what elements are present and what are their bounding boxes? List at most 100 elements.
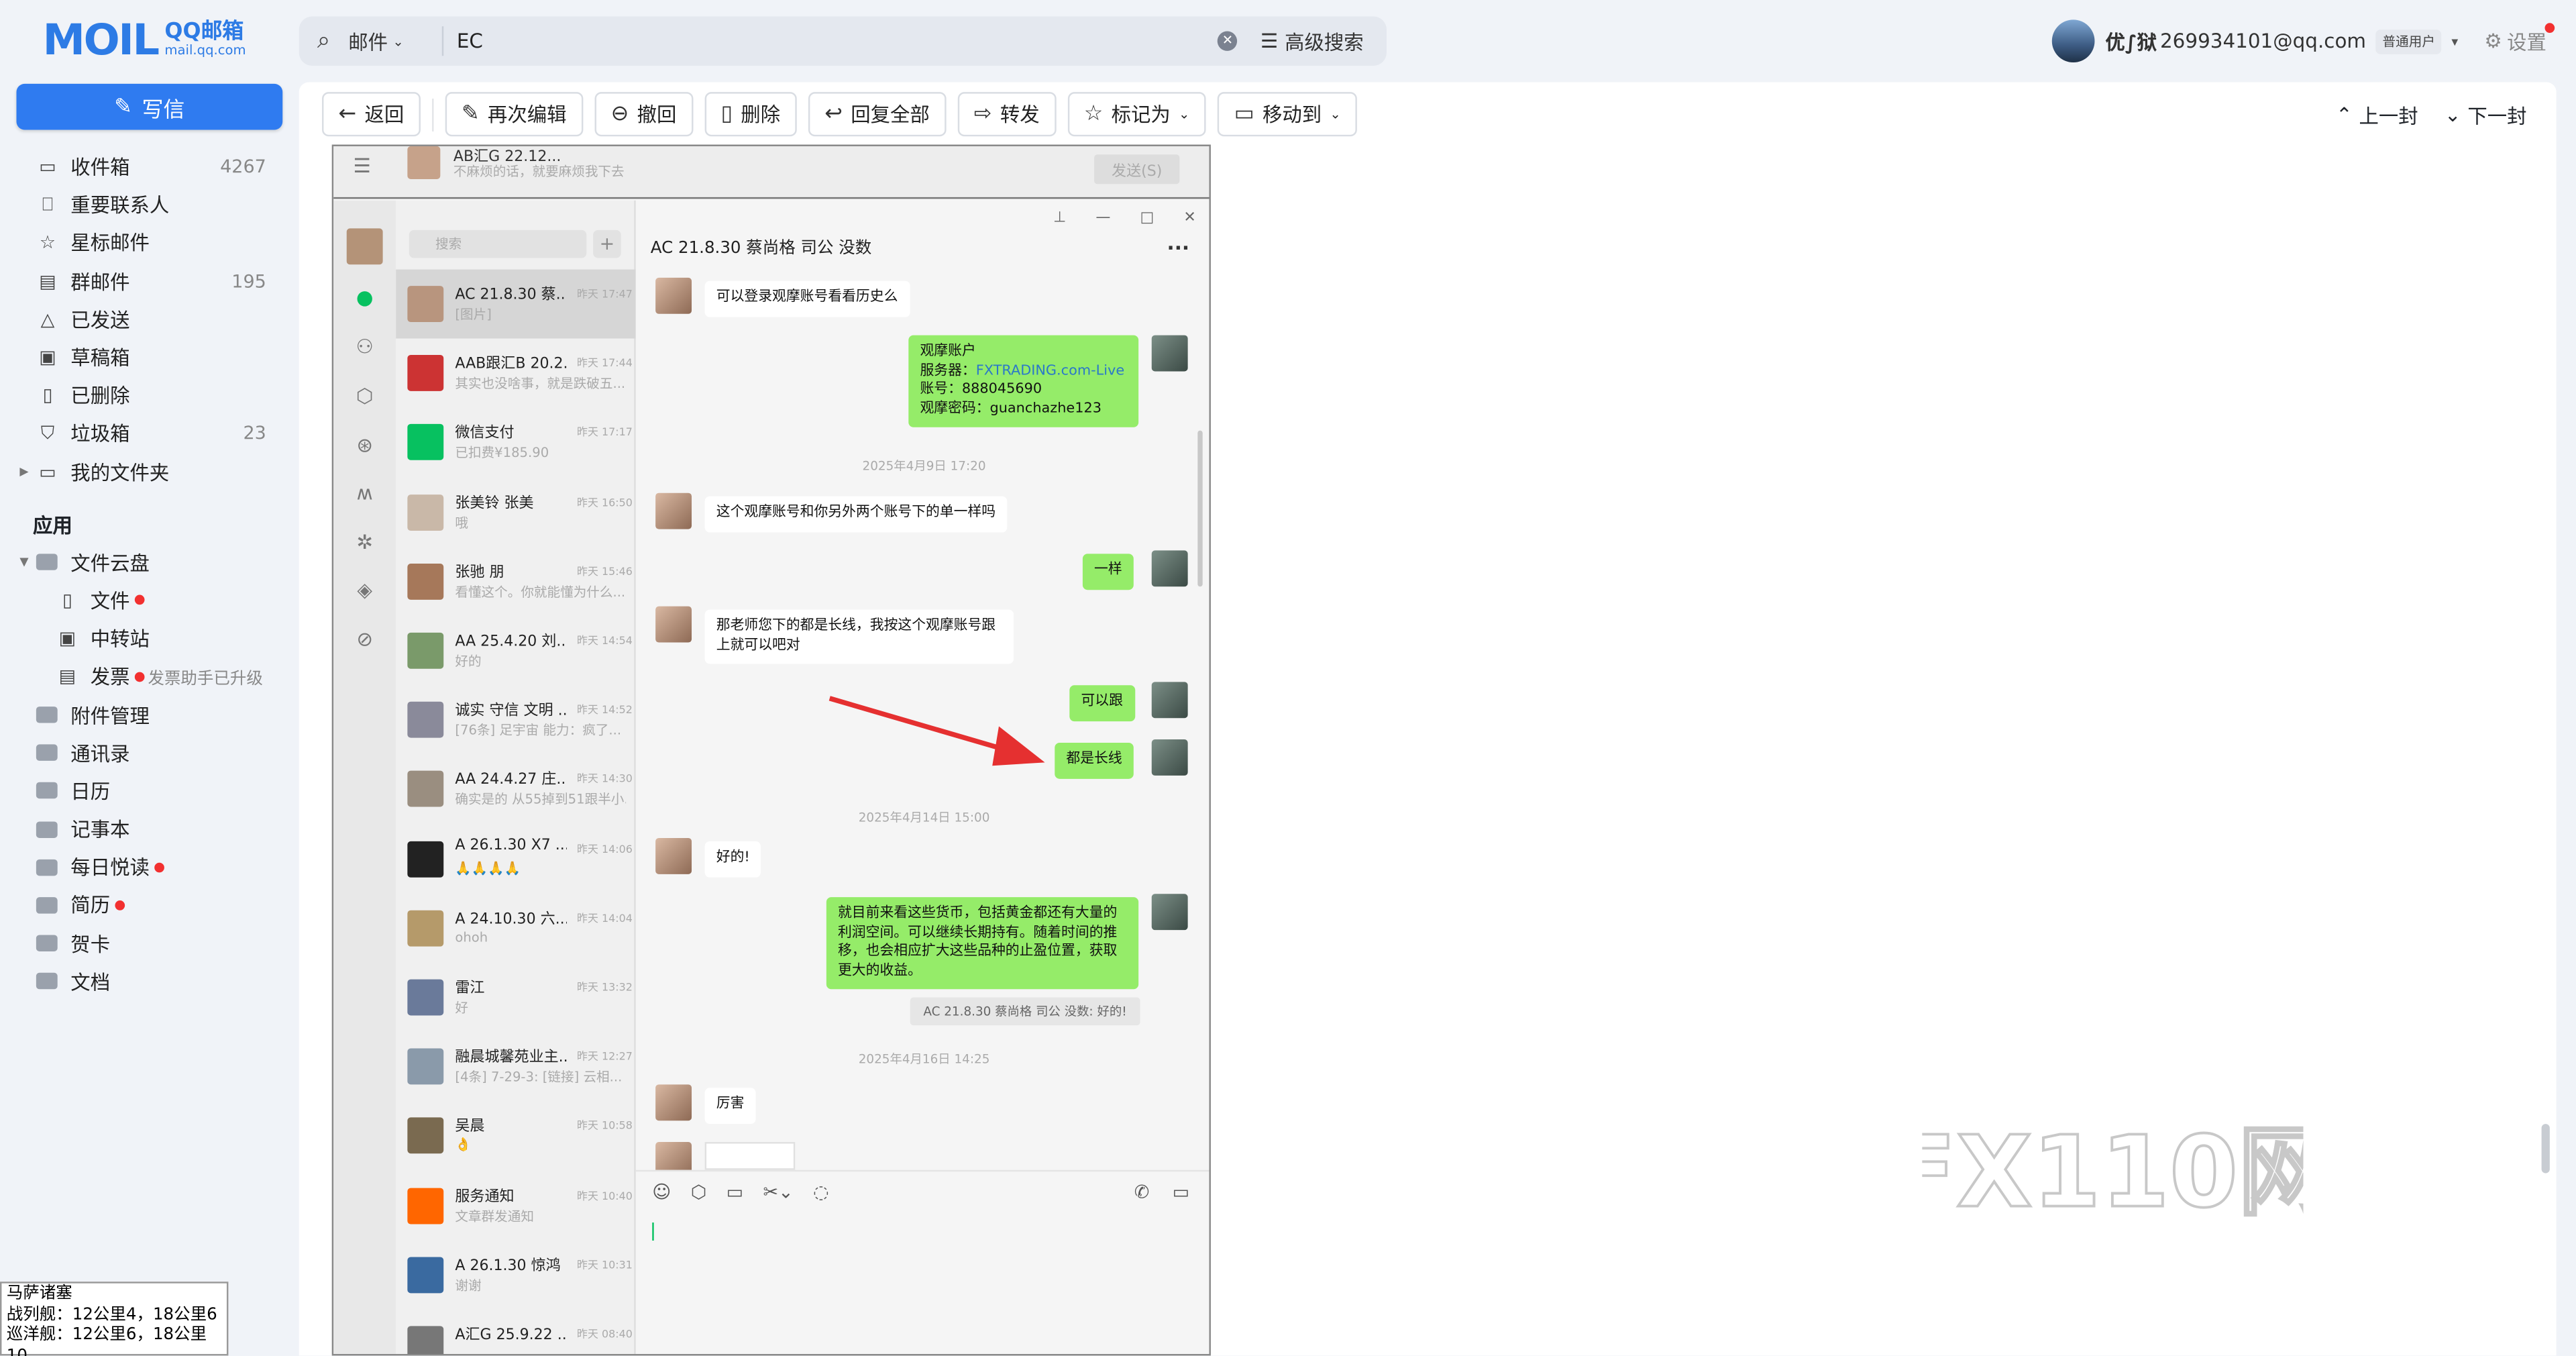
logo-brand: MOIL	[42, 16, 160, 66]
folder-icon: ▭	[39, 461, 56, 483]
self-avatar	[1151, 739, 1188, 776]
message-bubble: 那老师您下的都是长线，我按这个观摩账号跟上就可以吧对	[704, 609, 1014, 664]
chat-time: 昨天 14:30	[577, 772, 633, 786]
sidebar-item-my-folders[interactable]: ▶ ▭ 我的文件夹	[0, 453, 296, 491]
avatar[interactable]	[2052, 19, 2096, 63]
chat-preview: 🙏🙏🙏🙏	[455, 860, 521, 876]
user-name[interactable]: 优∫狱	[2105, 27, 2157, 55]
sidebar-item-sent[interactable]: △ 已发送	[0, 301, 296, 339]
unread-count: 23	[243, 423, 266, 445]
group-mail-icon: ▤	[39, 270, 56, 293]
sidebar-item-invoice[interactable]: ▤ 发票 发票助手已升级	[0, 658, 296, 696]
sidebar-item-spam[interactable]: ⛉ 垃圾箱 23	[0, 415, 296, 453]
chat-name: A汇G 25.9.22 ...	[455, 1327, 567, 1345]
chat-icon: ●	[356, 286, 374, 309]
move-to-dropdown[interactable]: ▭ 移动到 ⌄	[1218, 92, 1358, 137]
sidebar-item-deleted[interactable]: ▯ 已删除	[0, 376, 296, 415]
reedit-button[interactable]: ✎ 再次编辑	[445, 92, 584, 137]
chat-item-text: 吴晨 昨天 10:58 👌	[455, 1114, 632, 1157]
chat-preview: 👌	[455, 1137, 472, 1153]
search-icon[interactable]: ⌕	[299, 28, 348, 54]
sidebar-item-calendar[interactable]: 日历	[0, 772, 296, 811]
clear-search-button[interactable]: ✕	[1211, 25, 1244, 58]
chat-avatar	[407, 355, 444, 392]
reedit-label: 再次编辑	[487, 103, 567, 127]
contact-avatar	[655, 837, 692, 874]
advanced-search-button[interactable]: ☰ 高级搜索	[1244, 27, 1387, 55]
compose-button[interactable]: ✎ 写信	[16, 83, 283, 130]
sidebar-item-file-cloud[interactable]: ▼ 文件云盘	[0, 543, 296, 582]
sidebar-item-label: 已发送	[70, 309, 130, 332]
sidebar-item-group-mail[interactable]: ▤ 群邮件 195	[0, 262, 296, 301]
sidebar-item-drafts[interactable]: ▣ 草稿箱	[0, 338, 296, 376]
game-info-tooltip: 马萨诸塞 战列舰：12公里4，18公里6 巡洋舰：12公里6，18公里10	[0, 1282, 229, 1356]
quoted-message: AC 21.8.30 蔡尚格 司公 没数: 好的!	[910, 997, 1140, 1026]
conversation-title: AC 21.8.30 蔡尚格 司公 没数	[650, 240, 872, 258]
search-scope-dropdown[interactable]: 邮件 ⌄	[348, 26, 444, 56]
card-icon	[36, 935, 58, 952]
chat-avatar	[407, 632, 444, 669]
wechat-icon-rail: ● ⚇ ⬡ ⊛ ʍ ✲ ◈ ⊘	[333, 200, 396, 1354]
next-mail-button[interactable]: ⌄ 下一封	[2445, 101, 2527, 129]
prev-mail-button[interactable]: ⌃ 上一封	[2336, 101, 2418, 129]
new-dot	[134, 595, 145, 606]
chat-preview: 其实也没啥事，就是跌破五...	[455, 376, 626, 392]
chat-scrollbar	[1197, 430, 1203, 587]
minimize-icon: —	[1095, 210, 1111, 227]
delete-button[interactable]: ▯ 删除	[704, 92, 797, 137]
scrollbar-thumb[interactable]	[2541, 1124, 2550, 1174]
search-input[interactable]	[443, 17, 1212, 64]
sidebar-item-resume[interactable]: 简历	[0, 886, 296, 925]
mark-as-dropdown[interactable]: ☆ 标记为 ⌄	[1067, 92, 1206, 137]
chat-list-item: 诚实 守信 文明 ... 昨天 14:52 [76条] 足宇宙 能力：疯了...	[396, 686, 636, 755]
chat-name: A 26.1.30 惊鸿 ...	[455, 1258, 567, 1275]
chevron-down-icon: ⌄	[392, 34, 404, 49]
call-toolbar: ✆ ▭	[1134, 1182, 1189, 1203]
filter-icon: ☰	[1260, 30, 1279, 53]
sidebar-item-transfer[interactable]: ▣ 中转站	[0, 619, 296, 658]
chat-avatar	[407, 979, 444, 1016]
more-icon: ···	[1167, 236, 1190, 260]
forward-button[interactable]: ⇨ 转发	[957, 92, 1057, 137]
sidebar-item-daily-reading[interactable]: 每日悦读	[0, 848, 296, 886]
chat-item-text: A汇G 25.9.22 ... 昨天 08:40	[455, 1322, 632, 1354]
back-label: 返回	[364, 103, 405, 127]
folder-move-icon: ▭	[1234, 101, 1254, 127]
collapse-arrow-icon[interactable]: ▼	[19, 556, 28, 569]
qq-mail-logo[interactable]: MOIL QQ邮箱 mail.qq.com	[43, 16, 256, 65]
reply-all-button[interactable]: ↩ 回复全部	[808, 92, 947, 137]
resume-icon	[36, 897, 58, 914]
self-avatar	[1151, 335, 1188, 372]
sidebar-item-greeting-cards[interactable]: 贺卡	[0, 925, 296, 963]
sidebar-item-inbox[interactable]: ▭ 收件箱 4267	[0, 148, 296, 186]
chat-name: 诚实 守信 文明 ...	[455, 703, 567, 721]
sidebar-item-label: 简历	[70, 894, 111, 918]
chat-preview: 好的	[455, 654, 482, 669]
chat-time: 昨天 17:47	[577, 287, 633, 301]
watermark-text: FX110网	[1922, 1117, 2303, 1226]
sidebar-item-label: 草稿箱	[70, 346, 130, 370]
sidebar-item-important-contacts[interactable]: ⎕ 重要联系人	[0, 186, 296, 224]
advanced-search-label: 高级搜索	[1285, 30, 1364, 54]
chat-name: A 24.10.30 六...	[455, 911, 567, 929]
chat-item-text: 张美铃 张美 昨天 16:50 哦	[455, 490, 632, 533]
sidebar-item-contacts[interactable]: 通讯录	[0, 734, 296, 772]
sidebar-item-files[interactable]: ▯ 文件	[0, 582, 296, 620]
sidebar-item-label: 发票	[90, 666, 130, 689]
chat-avatar	[407, 910, 444, 947]
expand-arrow-icon[interactable]: ▶	[19, 465, 28, 478]
settings-label: 设置	[2507, 30, 2546, 54]
account-dropdown-icon[interactable]: ▾	[2451, 34, 2458, 48]
user-email[interactable]: 269934101@qq.com	[2160, 30, 2366, 52]
chat-avatar	[407, 286, 444, 323]
chat-item-text: A 26.1.30 X7 ... 昨天 14:06 🙏🙏🙏🙏	[455, 837, 632, 880]
chat-name: AC 21.8.30 蔡...	[455, 287, 567, 305]
sidebar-item-notes[interactable]: 记事本	[0, 810, 296, 848]
sidebar-item-attachments[interactable]: 附件管理	[0, 696, 296, 734]
recall-button[interactable]: ⊖ 撤回	[594, 92, 693, 137]
settings-button[interactable]: ⚙ 设置	[2484, 22, 2555, 55]
new-dot	[115, 900, 125, 910]
back-button[interactable]: ← 返回	[322, 92, 421, 137]
sidebar-item-starred[interactable]: ☆ 星标邮件	[0, 224, 296, 262]
sidebar-item-docs[interactable]: 文档	[0, 963, 296, 1001]
